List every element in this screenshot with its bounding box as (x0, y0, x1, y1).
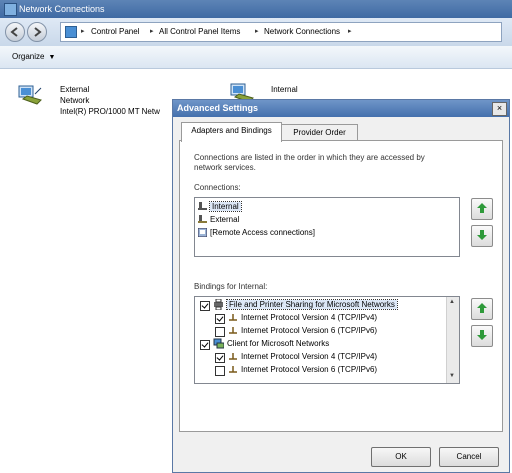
network-client-icon (213, 338, 224, 349)
breadcrumb-dropdown-icon[interactable]: ▸ (348, 27, 352, 35)
dialog-title-bar: Advanced Settings × (173, 100, 509, 117)
binding-item[interactable]: Internet Protocol Version 6 (TCP/IPv6) (241, 363, 377, 376)
breadcrumb-all-items[interactable]: All Control Panel Items (159, 27, 240, 36)
description-line-1: Connections are listed in the order in w… (194, 153, 425, 162)
ok-button[interactable]: OK (371, 447, 431, 467)
move-down-binding-button[interactable] (471, 325, 493, 347)
connection-external-status: Network (60, 96, 90, 105)
connection-external-device: Intel(R) PRO/1000 MT Netw (60, 107, 160, 116)
forward-button[interactable] (27, 22, 47, 42)
binding-item[interactable]: Internet Protocol Version 6 (TCP/IPv6) (241, 324, 377, 337)
connections-list[interactable]: Internal External [Remote Access connect… (194, 197, 460, 257)
chevron-down-icon: ▼ (48, 54, 56, 61)
move-up-binding-button[interactable] (471, 298, 493, 320)
tab-panel: Connections are listed in the order in w… (179, 140, 503, 432)
list-item[interactable]: [Remote Access connections] (198, 226, 315, 239)
scroll-down-icon[interactable]: ▼ (449, 373, 455, 379)
control-panel-icon (65, 26, 77, 38)
binding-checkbox[interactable] (215, 353, 225, 363)
network-folder-icon (4, 3, 17, 16)
connection-item-label: [Remote Access connections] (210, 228, 315, 237)
arrow-up-icon (477, 303, 487, 313)
breadcrumb-network-connections[interactable]: Network Connections (264, 27, 340, 36)
arrow-up-icon (477, 203, 487, 213)
protocol-icon (229, 327, 237, 334)
description-line-2: network services. (194, 163, 256, 172)
binding-checkbox[interactable] (200, 340, 210, 350)
address-bar[interactable]: ▸ Control Panel ▸ All Control Panel Item… (60, 22, 502, 42)
binding-label: Internet Protocol Version 6 (TCP/IPv6) (241, 326, 378, 335)
binding-label: Internet Protocol Version 4 (TCP/IPv4) (241, 352, 378, 361)
binding-label: Internet Protocol Version 6 (TCP/IPv6) (241, 365, 378, 374)
bindings-label: Bindings for Internal: (194, 282, 268, 291)
tab-adapters-and-bindings[interactable]: Adapters and Bindings (181, 122, 282, 142)
address-row: ▸ Control Panel ▸ All Control Panel Item… (0, 18, 512, 47)
organize-label: Organize (12, 52, 45, 61)
binding-item[interactable]: Internet Protocol Version 4 (TCP/IPv4) (241, 311, 377, 324)
breadcrumb-separator-icon[interactable]: ▸ (255, 27, 259, 35)
protocol-icon (229, 353, 237, 360)
back-button[interactable] (5, 22, 25, 42)
command-bar: Organize ▼ (0, 46, 512, 69)
binding-checkbox[interactable] (200, 301, 210, 311)
move-up-connection-button[interactable] (471, 198, 493, 220)
printer-sharing-icon (214, 299, 223, 310)
bindings-list[interactable]: File and Printer Sharing for Microsoft N… (194, 296, 460, 384)
advanced-settings-dialog: Advanced Settings × Adapters and Binding… (172, 99, 510, 473)
dialog-title: Advanced Settings (177, 103, 259, 113)
network-connection-icon (198, 202, 207, 211)
scroll-up-icon[interactable]: ▲ (449, 299, 455, 305)
organize-menu[interactable]: Organize ▼ (12, 52, 55, 61)
binding-checkbox[interactable] (215, 366, 225, 376)
arrow-down-icon (477, 230, 487, 240)
list-item[interactable]: Internal (198, 200, 242, 213)
binding-item[interactable]: Client for Microsoft Networks (227, 337, 329, 350)
breadcrumb-separator-icon[interactable]: ▸ (150, 27, 154, 35)
cancel-button[interactable]: Cancel (439, 447, 499, 467)
binding-label: Client for Microsoft Networks (227, 339, 330, 348)
breadcrumb-control-panel[interactable]: Control Panel (91, 27, 139, 36)
move-down-connection-button[interactable] (471, 225, 493, 247)
binding-checkbox[interactable] (215, 314, 225, 324)
protocol-icon (229, 314, 237, 321)
breadcrumb-separator-icon[interactable]: ▸ (81, 27, 85, 35)
forward-arrow-icon (34, 27, 42, 37)
connection-external-name[interactable]: External (60, 84, 89, 95)
connection-internal-name[interactable]: Internal (271, 84, 298, 95)
binding-label: Internet Protocol Version 4 (TCP/IPv4) (241, 313, 378, 322)
arrow-down-icon (477, 330, 487, 340)
binding-label: File and Printer Sharing for Microsoft N… (226, 299, 398, 310)
window-title-bar: Network Connections (0, 0, 512, 18)
connection-item-label: External (210, 215, 240, 224)
list-item[interactable]: External (198, 213, 239, 226)
binding-checkbox[interactable] (215, 327, 225, 337)
network-adapter-icon[interactable] (17, 84, 43, 106)
tab-provider-order[interactable]: Provider Order (281, 124, 358, 141)
network-connection-icon (198, 215, 207, 224)
close-button[interactable]: × (492, 102, 507, 116)
binding-item[interactable]: Internet Protocol Version 4 (TCP/IPv4) (241, 350, 377, 363)
remote-access-icon (198, 228, 207, 238)
window-title: Network Connections (19, 4, 105, 14)
back-arrow-icon (10, 27, 18, 37)
connection-item-label: Internal (209, 201, 242, 212)
connections-label: Connections: (194, 183, 241, 192)
binding-item[interactable]: File and Printer Sharing for Microsoft N… (226, 298, 398, 311)
protocol-icon (229, 366, 237, 373)
bindings-scrollbar[interactable]: ▲ ▼ (446, 297, 459, 383)
